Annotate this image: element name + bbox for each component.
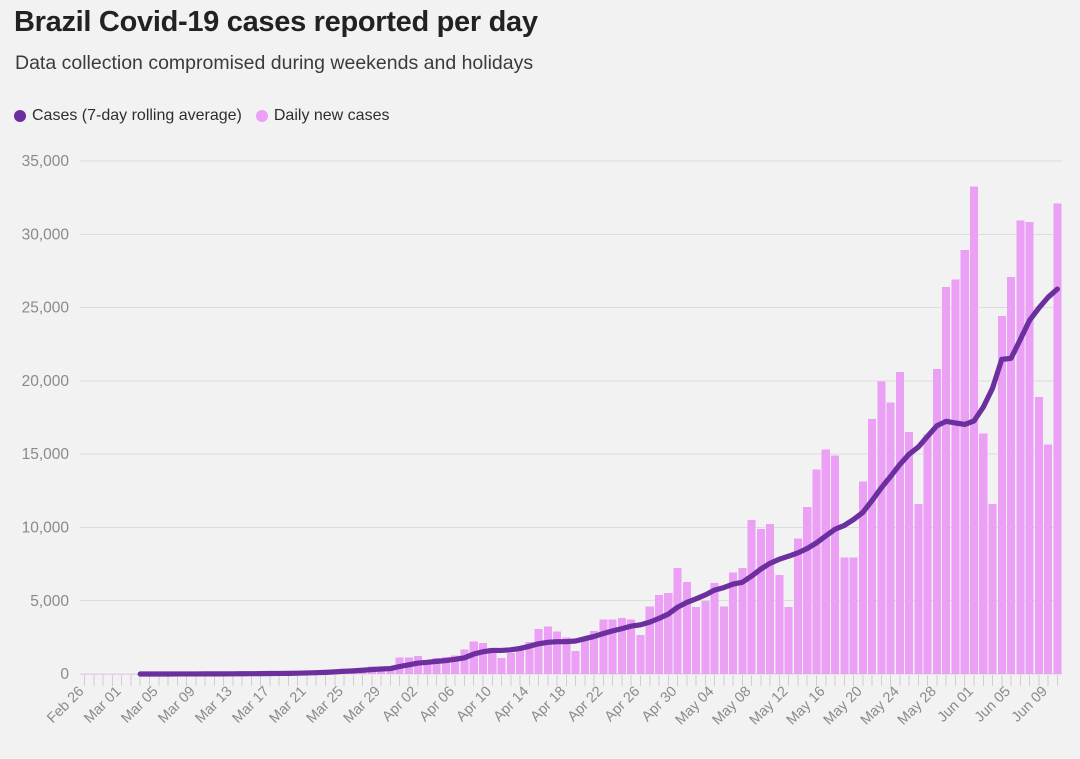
x-axis-tick-label: Mar 01: [81, 684, 124, 727]
x-axis-ticks: [84, 675, 1058, 686]
bar[interactable]: [960, 249, 969, 674]
bar[interactable]: [478, 643, 488, 674]
bar[interactable]: [886, 402, 895, 674]
bar[interactable]: [80, 673, 89, 675]
bar[interactable]: [849, 557, 858, 674]
bar[interactable]: [497, 658, 506, 674]
x-axis-tick-label: Mar 29: [341, 684, 384, 727]
bar[interactable]: [923, 434, 932, 674]
bar[interactable]: [840, 557, 849, 674]
bar[interactable]: [766, 524, 775, 674]
bar[interactable]: [821, 449, 830, 674]
bar[interactable]: [877, 381, 886, 674]
bar[interactable]: [710, 582, 719, 674]
x-axis-tick-label: Mar 17: [230, 684, 273, 727]
bar[interactable]: [682, 582, 691, 674]
bar[interactable]: [553, 631, 562, 674]
y-axis-tick-label: 20,000: [22, 373, 70, 390]
y-axis-tick-label: 5,000: [30, 593, 69, 610]
bar[interactable]: [1034, 396, 1043, 674]
x-axis-tick-label: Mar 21: [267, 684, 310, 727]
bar[interactable]: [775, 574, 784, 674]
x-axis-tick-label: May 12: [747, 684, 792, 729]
x-axis-tick-label: Apr 18: [528, 684, 570, 726]
x-axis-tick-label: Feb 26: [44, 684, 87, 727]
bar[interactable]: [969, 186, 979, 675]
x-axis-tick-label: Mar 05: [118, 684, 161, 727]
bar[interactable]: [988, 504, 997, 674]
bar[interactable]: [1025, 222, 1034, 674]
bar[interactable]: [99, 674, 108, 675]
chart-page: Brazil Covid-19 cases reported per day D…: [0, 0, 1080, 759]
x-axis-tick-label: Apr 26: [602, 684, 644, 726]
plot-area: 0 5,000 10,000 15,000 20,000 25,000 30,000 35,0…: [0, 0, 1080, 759]
bar[interactable]: [654, 595, 664, 674]
bar[interactable]: [571, 651, 580, 674]
bar[interactable]: [506, 652, 515, 674]
x-axis-tick-label: Jun 01: [935, 684, 977, 726]
bar[interactable]: [701, 601, 710, 674]
bar[interactable]: [664, 593, 673, 674]
y-axis-tick-label: 10,000: [22, 520, 70, 537]
x-axis-tick-label: May 16: [784, 684, 829, 729]
x-axis-tick-label: May 28: [895, 684, 940, 729]
x-axis-tick-label: Jun 05: [972, 684, 1014, 726]
bar[interactable]: [905, 432, 914, 674]
x-axis-tick-label: Apr 14: [491, 684, 533, 726]
bar[interactable]: [979, 433, 988, 674]
x-axis-tick-label: Jun 09: [1009, 684, 1051, 726]
bar[interactable]: [534, 629, 543, 674]
bar[interactable]: [89, 674, 98, 675]
bar[interactable]: [895, 372, 904, 674]
bar[interactable]: [914, 504, 923, 674]
bar[interactable]: [580, 637, 589, 674]
x-axis-tick-label: May 24: [858, 684, 903, 729]
x-axis-tick-label: May 20: [821, 684, 866, 729]
bar[interactable]: [460, 649, 469, 674]
bar[interactable]: [117, 674, 126, 675]
y-axis-tick-label: 0: [60, 666, 69, 683]
x-axis-tick-label: Mar 13: [192, 684, 235, 727]
bar[interactable]: [645, 606, 654, 674]
bar[interactable]: [599, 619, 608, 674]
bar[interactable]: [932, 369, 941, 674]
bar[interactable]: [812, 469, 821, 674]
bar[interactable]: [1053, 203, 1062, 674]
bar[interactable]: [951, 279, 960, 674]
bar[interactable]: [126, 674, 135, 675]
bar[interactable]: [719, 606, 728, 674]
bar[interactable]: [108, 673, 117, 675]
bar[interactable]: [747, 520, 756, 674]
bar[interactable]: [1007, 277, 1016, 674]
y-axis-tick-label: 35,000: [22, 153, 70, 170]
x-axis-tick-label: Mar 09: [155, 684, 198, 727]
chart-canvas: 0 5,000 10,000 15,000 20,000 25,000 30,000 35,0…: [22, 153, 1062, 729]
bar[interactable]: [784, 606, 793, 674]
bar[interactable]: [636, 634, 645, 674]
x-axis-tick-label: May 04: [672, 684, 717, 729]
bar-series: [80, 186, 1062, 675]
bar[interactable]: [1016, 220, 1025, 675]
bar[interactable]: [793, 538, 802, 674]
bar[interactable]: [803, 507, 812, 674]
bar[interactable]: [868, 418, 877, 674]
bar[interactable]: [608, 619, 617, 674]
bar[interactable]: [1044, 444, 1053, 674]
y-axis-tick-label: 15,000: [22, 446, 70, 463]
x-axis-tick-label: Apr 06: [416, 684, 458, 726]
bar[interactable]: [673, 568, 682, 674]
bar[interactable]: [831, 455, 840, 674]
x-axis-tick-label: May 08: [710, 684, 755, 729]
x-axis-tick-label: Apr 22: [565, 684, 607, 726]
x-axis-tick-label: Mar 25: [304, 684, 347, 727]
bar[interactable]: [756, 529, 765, 674]
bar[interactable]: [942, 286, 951, 674]
y-axis-tick-label: 30,000: [22, 226, 70, 243]
bar[interactable]: [692, 606, 701, 674]
bar[interactable]: [543, 626, 552, 674]
y-axis-tick-label: 25,000: [22, 300, 70, 317]
x-axis-tick-label: Apr 10: [454, 684, 496, 726]
x-axis-tick-label: Apr 02: [379, 684, 421, 726]
